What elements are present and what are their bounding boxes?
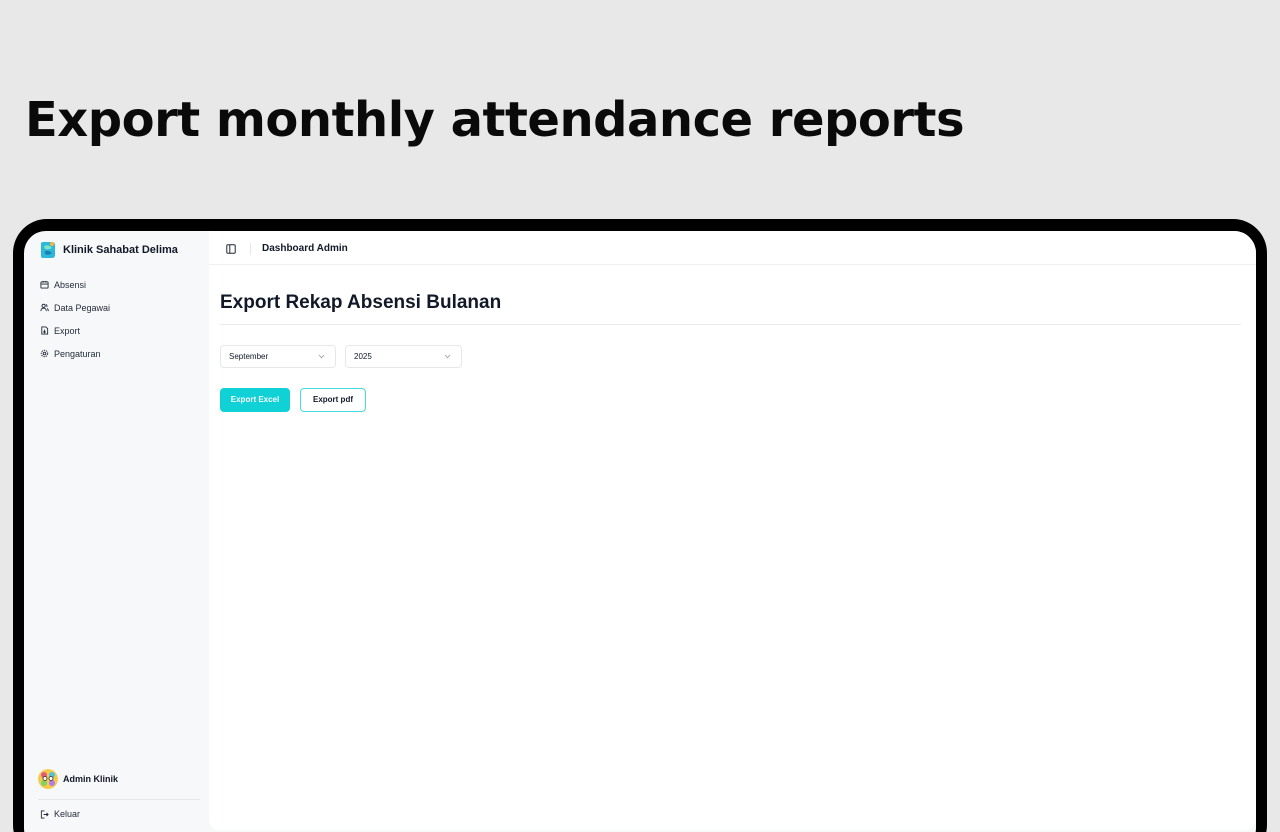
brand-logo-icon — [41, 242, 55, 258]
year-select-value: 2025 — [354, 352, 372, 361]
sidebar-item-label: Data Pegawai — [54, 302, 111, 313]
topbar: Dashboard Admin — [209, 231, 1256, 265]
topbar-separator — [250, 243, 251, 255]
users-icon — [40, 303, 49, 312]
page-title: Export Rekap Absensi Bulanan — [220, 292, 502, 313]
title-divider — [220, 324, 1241, 325]
brand-name: Klinik Sahabat Delima — [63, 244, 178, 256]
panel-left-icon[interactable] — [226, 244, 236, 254]
sidebar-item-label: Export — [54, 325, 81, 336]
sidebar-item-label: Absensi — [54, 279, 87, 290]
export-excel-button[interactable]: Export Excel — [220, 388, 290, 412]
app-screen: Klinik Sahabat Delima Absensi Data Pegaw… — [24, 231, 1256, 832]
topbar-title: Dashboard Admin — [262, 243, 348, 254]
sidebar-item-label: Pengaturan — [54, 348, 101, 359]
gear-icon — [40, 349, 49, 358]
sidebar-item-export[interactable]: Export — [40, 319, 110, 342]
user-name: Admin Klinik — [63, 774, 119, 784]
sidebar-item-data-pegawai[interactable]: Data Pegawai — [40, 296, 110, 319]
chevron-down-icon — [318, 354, 325, 359]
sidebar: Klinik Sahabat Delima Absensi Data Pegaw… — [24, 231, 209, 832]
chevron-down-icon — [444, 354, 451, 359]
logout-label: Keluar — [54, 809, 81, 819]
calendar-icon — [40, 280, 49, 289]
sidebar-divider — [38, 799, 200, 800]
month-select-value: September — [229, 352, 269, 361]
sidebar-nav: Absensi Data Pegawai Export Pengaturan — [40, 273, 110, 365]
main-content: Dashboard Admin Export Rekap Absensi Bul… — [209, 231, 1256, 830]
avatar — [38, 769, 58, 789]
logout-button[interactable]: Keluar — [40, 809, 80, 819]
sidebar-item-absensi[interactable]: Absensi — [40, 273, 110, 296]
logout-icon — [40, 809, 49, 819]
month-select[interactable]: September — [220, 345, 336, 368]
export-pdf-button[interactable]: Export pdf — [300, 388, 366, 412]
year-select[interactable]: 2025 — [345, 345, 462, 368]
hero-title: Export monthly attendance reports — [25, 92, 965, 148]
user-profile[interactable]: Admin Klinik — [38, 769, 118, 789]
sidebar-item-pengaturan[interactable]: Pengaturan — [40, 342, 110, 365]
file-export-icon — [41, 326, 49, 335]
brand[interactable]: Klinik Sahabat Delima — [40, 241, 178, 259]
